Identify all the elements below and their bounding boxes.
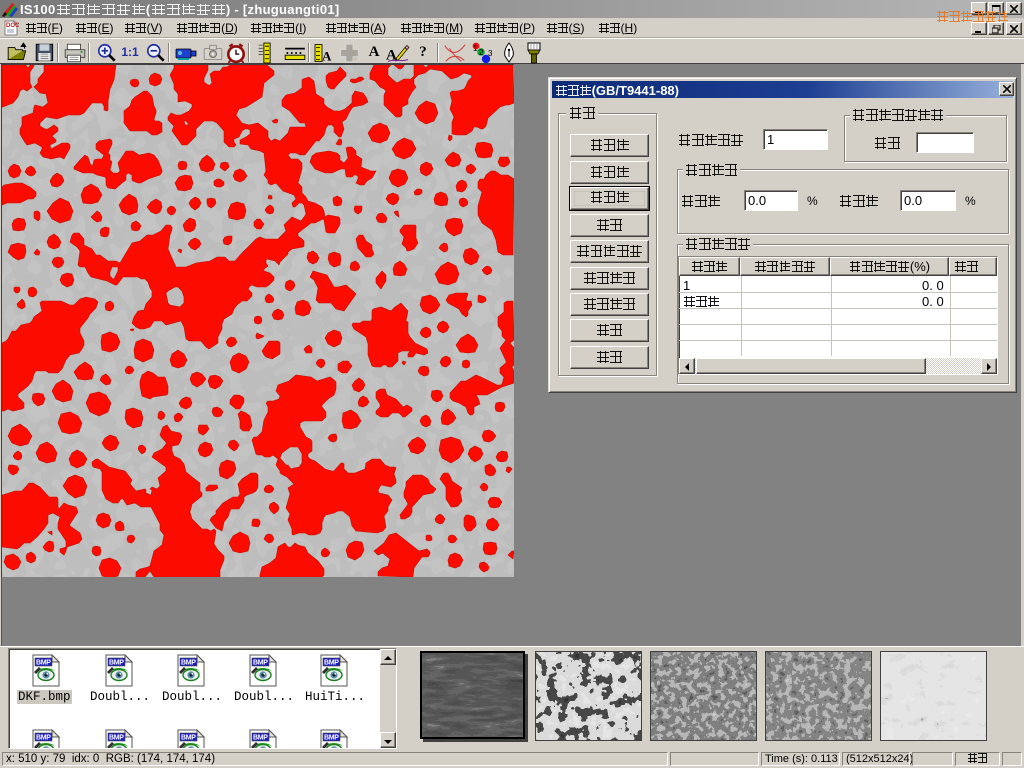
svg-text:A: A <box>322 49 332 64</box>
svg-text:DOC: DOC <box>6 23 19 29</box>
svg-text:3: 3 <box>488 49 493 58</box>
svg-text:1: 1 <box>473 44 478 53</box>
svg-text:2: 2 <box>479 48 484 57</box>
